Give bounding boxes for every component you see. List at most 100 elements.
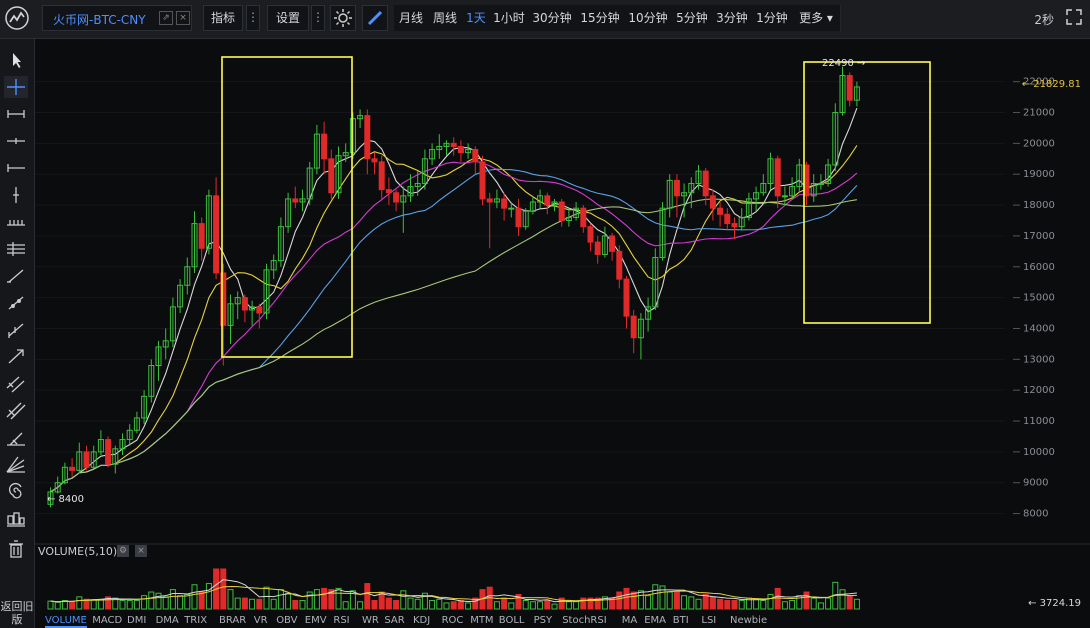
price-chart[interactable]: 2200021000200001900018000170001600015000…: [35, 39, 1090, 613]
trend-ext-tool[interactable]: [4, 319, 28, 341]
period-tab-6[interactable]: 10分钟: [624, 5, 673, 31]
indicators-menu-icon[interactable]: ⋮: [246, 5, 260, 31]
trend-ray-tool[interactable]: [4, 292, 28, 314]
indicator-tab-dmi[interactable]: DMI: [127, 615, 146, 626]
fibonacci-spiral-tool[interactable]: [4, 481, 28, 503]
close-icon[interactable]: ×: [176, 11, 190, 25]
volume-bar: [198, 591, 205, 610]
back-to-old-version-button[interactable]: 返回旧版: [0, 598, 34, 628]
price-line-tool[interactable]: [4, 211, 28, 233]
indicator-tab-sar[interactable]: SAR: [384, 615, 404, 626]
theme-button[interactable]: [330, 5, 356, 31]
channel-tool[interactable]: [4, 373, 28, 395]
parallel-tool[interactable]: [4, 238, 28, 260]
candle-down: [472, 149, 479, 163]
fan-tool[interactable]: [4, 454, 28, 476]
indicator-tab-roc[interactable]: ROC: [442, 615, 464, 626]
ray-tool[interactable]: [4, 157, 28, 179]
settings-menu-icon[interactable]: ⋮: [311, 5, 325, 31]
app-logo-icon: [5, 6, 29, 30]
indicator-tab-mtm[interactable]: MTM: [470, 615, 493, 626]
indicator-tab-volume[interactable]: VOLUME: [45, 615, 87, 628]
period-tab-0[interactable]: 月线: [394, 5, 429, 31]
indicator-tab-emv[interactable]: EMV: [305, 615, 327, 626]
delete-drawings-tool[interactable]: [4, 538, 28, 560]
pitchfork-tool[interactable]: [4, 400, 28, 422]
indicator-tab-stochrsi[interactable]: StochRSI: [562, 615, 606, 626]
indicator-tab-kdj[interactable]: KDJ: [413, 615, 430, 626]
candle-down: [450, 142, 457, 147]
period-tab-8[interactable]: 3分钟: [712, 5, 753, 31]
indicator-tab-wr[interactable]: WR: [362, 615, 379, 626]
pattern-tool[interactable]: [4, 508, 28, 530]
indicator-tab-bti[interactable]: BTI: [673, 615, 689, 626]
fork-tool[interactable]: [4, 427, 28, 449]
candle-down: [83, 451, 90, 468]
period-tab-3[interactable]: 1小时: [490, 5, 529, 31]
candle-down: [371, 158, 378, 163]
volume-indicator-label: VOLUME(5,10): [38, 545, 118, 558]
candle-down: [558, 201, 565, 222]
low-annotation: ← 8400: [47, 494, 85, 505]
popout-icon[interactable]: ⇗: [159, 11, 173, 25]
candle-down: [378, 161, 385, 191]
period-tab-9[interactable]: 1分钟: [752, 5, 793, 31]
arrow-tool[interactable]: [4, 346, 28, 368]
volume-bar: [220, 568, 227, 610]
indicator-tab-vr[interactable]: VR: [254, 615, 268, 626]
indicator-tab-obv[interactable]: OBV: [276, 615, 297, 626]
indicator-tab-ema[interactable]: EMA: [644, 615, 666, 626]
vline-tool[interactable]: [4, 184, 28, 206]
volume-bar: [364, 583, 371, 610]
price-line-icon: [7, 220, 25, 226]
candle-down: [616, 250, 623, 280]
crosshair-tool[interactable]: [4, 76, 28, 98]
period-tab-10[interactable]: 更多 ▾: [792, 5, 841, 31]
horizontal-line-icon: [7, 138, 25, 144]
volume-bar: [292, 600, 299, 610]
crosshair-icon: [7, 79, 25, 95]
draw-button[interactable]: [362, 5, 388, 31]
settings-button[interactable]: 设置: [267, 5, 309, 31]
indicator-tab-rsi[interactable]: RSI: [333, 615, 349, 626]
refresh-interval[interactable]: 2秒: [1034, 11, 1054, 28]
indicators-label: 指标: [210, 11, 235, 25]
candle-down: [328, 158, 335, 194]
candle-down: [774, 158, 781, 197]
fan-icon: [6, 456, 25, 473]
indicator-tab-psy[interactable]: PSY: [534, 615, 553, 626]
extended-line-icon: [8, 323, 24, 338]
indicators-button[interactable]: 指标: [203, 5, 243, 31]
price-tick-label: 15000: [1023, 293, 1055, 304]
indicator-tab-dma[interactable]: DMA: [156, 615, 179, 626]
candle-down: [479, 161, 486, 200]
indicator-tab-boll[interactable]: BOLL: [499, 615, 525, 626]
pitchfork-icon: [6, 402, 26, 420]
volume-bar: [623, 587, 630, 610]
high-annotation: 22490 →: [822, 58, 866, 69]
indicator-tab-brar[interactable]: BRAR: [219, 615, 246, 626]
symbol-selector[interactable]: 火币网-BTC-CNY ⇗ ×: [42, 5, 192, 31]
segment-tool[interactable]: [4, 103, 28, 125]
period-tab-2[interactable]: 1天: [462, 5, 491, 31]
candle-down: [594, 241, 601, 255]
indicator-tab-macd[interactable]: MACD: [92, 615, 122, 626]
gear-icon[interactable]: ⚙: [117, 545, 129, 557]
period-tab-5[interactable]: 15分钟: [576, 5, 625, 31]
trend-tool[interactable]: [4, 265, 28, 287]
period-tab-4[interactable]: 30分钟: [528, 5, 577, 31]
hline-tool[interactable]: [4, 130, 28, 152]
indicator-tab-trix[interactable]: TRIX: [184, 615, 207, 626]
close-icon[interactable]: ×: [135, 545, 147, 557]
volume-bar: [385, 597, 392, 610]
candle-down: [457, 145, 464, 154]
period-tab-1[interactable]: 周线: [428, 5, 463, 31]
indicator-tab-ma[interactable]: MA: [622, 615, 637, 626]
settings-label: 设置: [275, 11, 300, 25]
fullscreen-icon[interactable]: [1066, 9, 1082, 25]
indicator-tab-lsi[interactable]: LSI: [701, 615, 716, 626]
trash-icon: [9, 540, 23, 558]
period-tab-7[interactable]: 5分钟: [672, 5, 713, 31]
indicator-tab-newbie[interactable]: Newbie: [730, 615, 767, 626]
cursor-tool[interactable]: [4, 49, 28, 71]
